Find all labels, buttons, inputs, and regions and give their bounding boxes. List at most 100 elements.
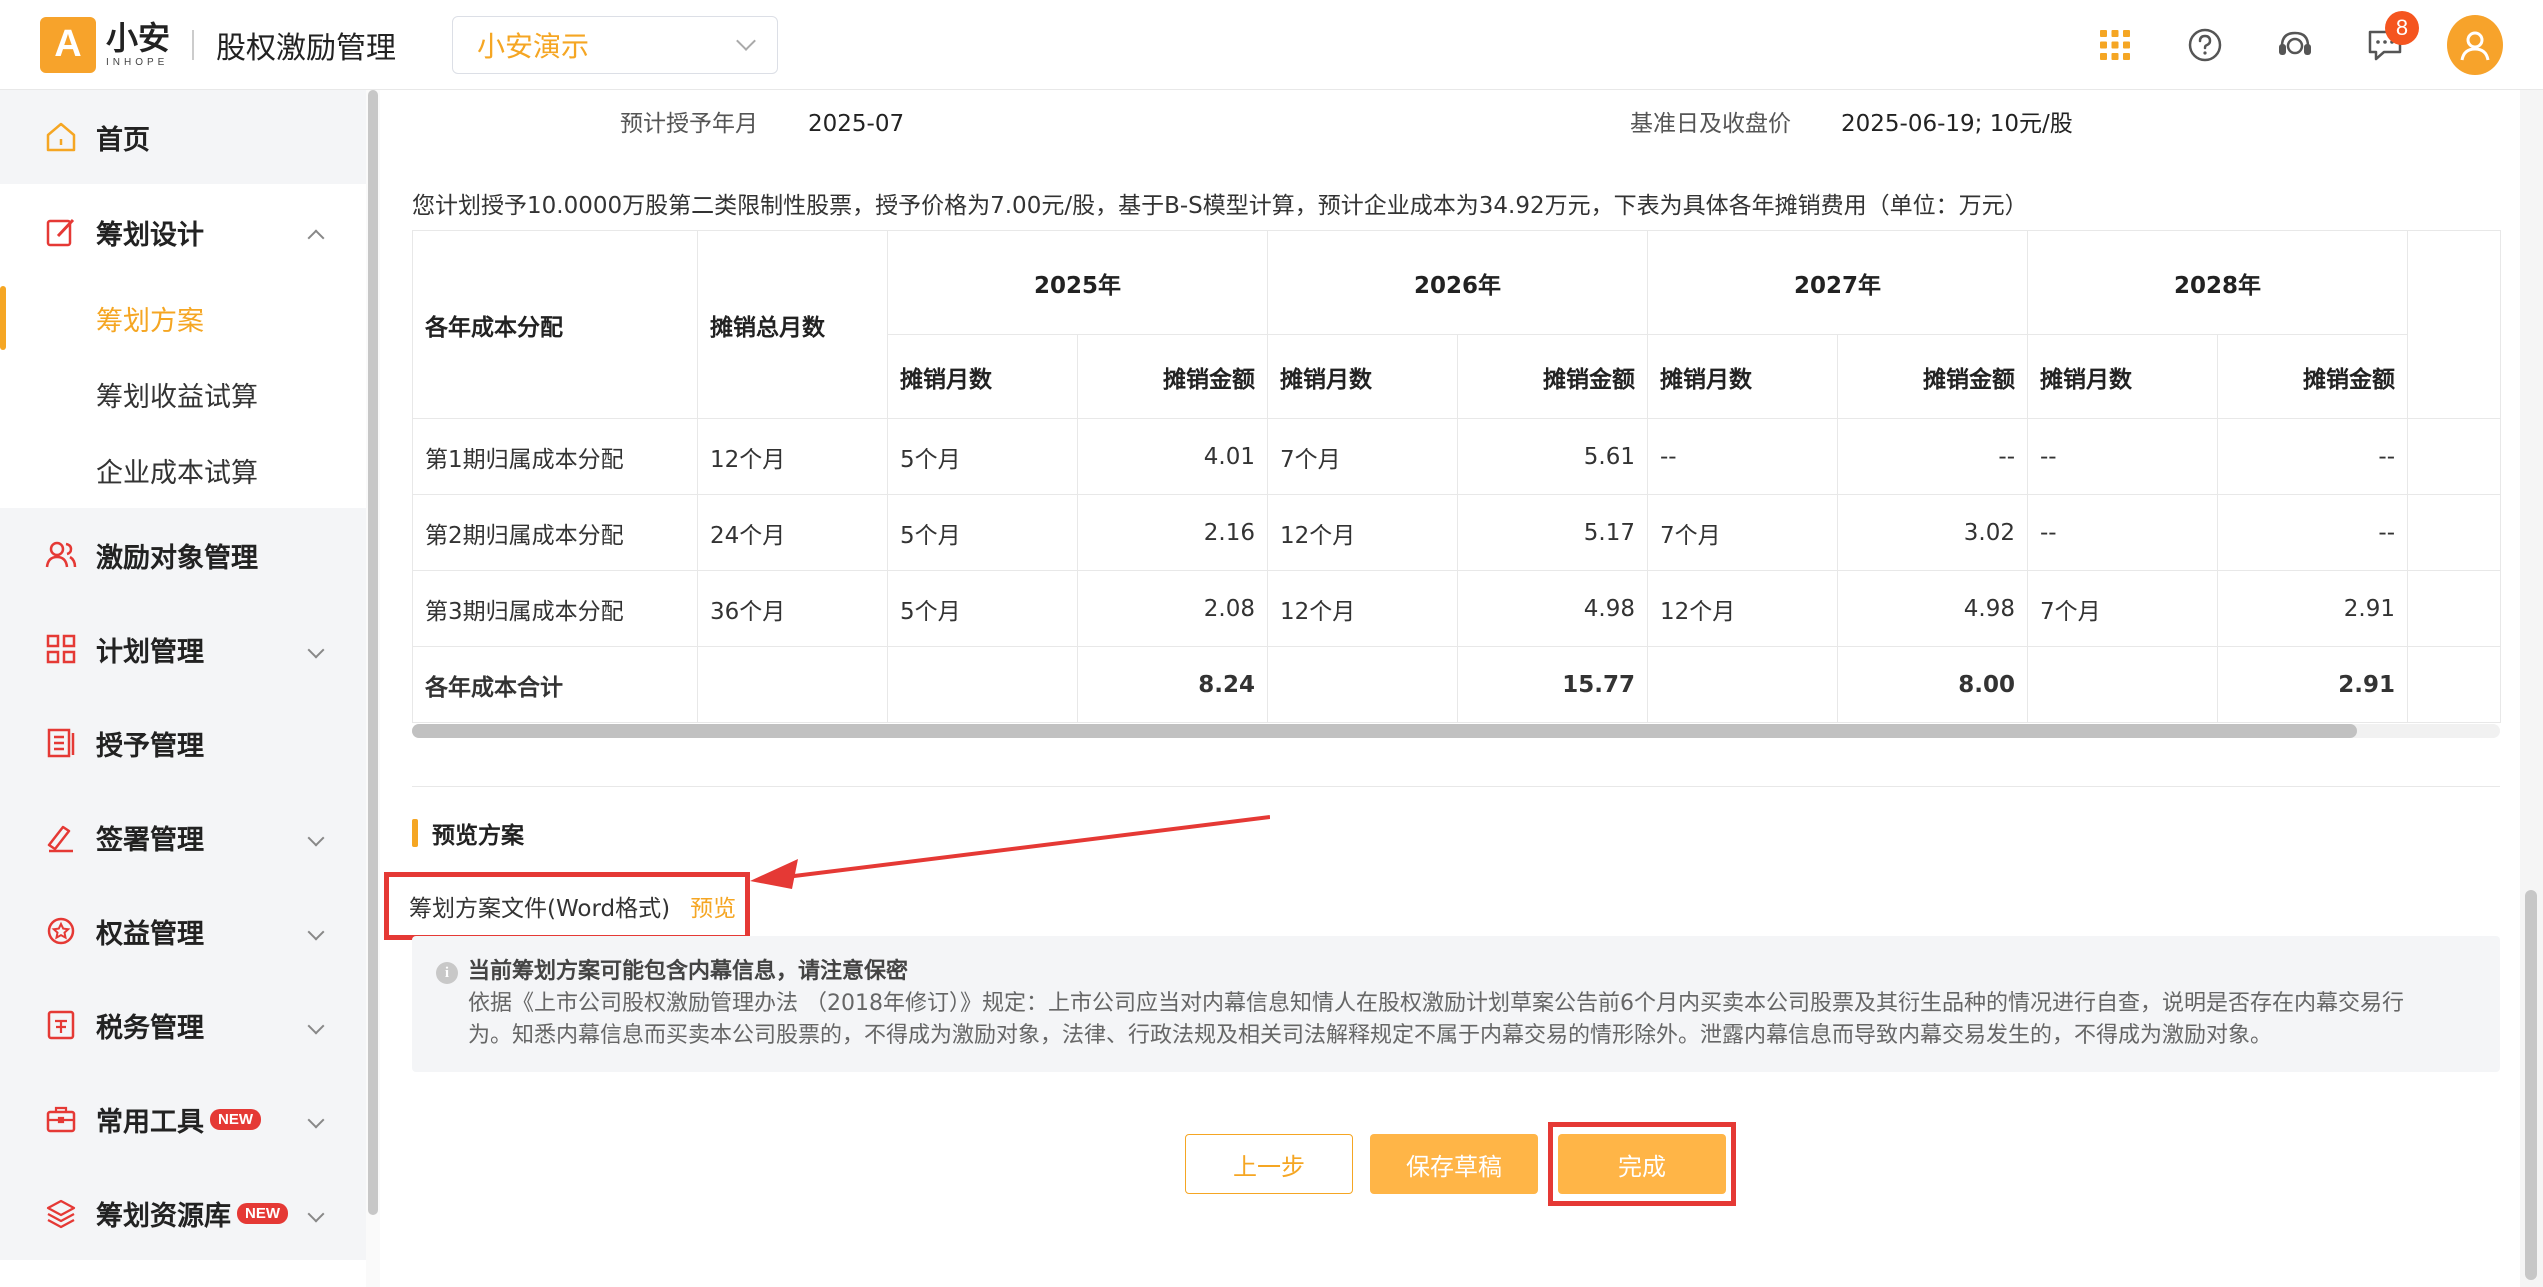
cell-months: 12个月 [1647, 570, 1838, 647]
chevron-down-icon [307, 923, 325, 941]
toolbox-icon [44, 1102, 78, 1136]
nav-tools-label: 常用工具 [96, 1106, 204, 1138]
nav-home[interactable]: 首页 [0, 90, 366, 184]
document-list-icon [44, 726, 78, 760]
total-amount: 8.24 [1077, 646, 1268, 723]
user-menu[interactable] [2447, 15, 2503, 75]
new-badge: NEW [237, 1202, 288, 1224]
cell-months: -- [1647, 418, 1838, 495]
table-row: 第3期归属成本分配 36个月 5个月 2.08 12个月 4.98 12个月 4… [412, 570, 2501, 647]
table-horizontal-scrollbar[interactable] [412, 724, 2500, 738]
star-badge-icon [44, 914, 78, 948]
prev-step-button[interactable]: 上一步 [1185, 1134, 1353, 1194]
sub-header-months: 摊销月数 [887, 334, 1078, 419]
nav-sign-mgmt[interactable]: 签署管理 [0, 790, 366, 884]
cell-amount: 3.02 [1837, 494, 2028, 571]
avatar[interactable] [2447, 15, 2503, 75]
col-header-overflow [2407, 230, 2501, 419]
cell-months: 7个月 [1647, 494, 1838, 571]
total-row-name: 各年成本合计 [412, 646, 698, 723]
cell-amount: 4.98 [1837, 570, 2028, 647]
table-row: 第1期归属成本分配 12个月 5个月 4.01 7个月 5.61 -- -- -… [412, 418, 2501, 495]
message-icon[interactable]: 8 [2357, 11, 2419, 73]
nav-incentive-targets[interactable]: 激励对象管理 [0, 508, 366, 602]
sub-header-months: 摊销月数 [1267, 334, 1458, 419]
cell-amount: 4.01 [1077, 418, 1268, 495]
sub-header-months: 摊销月数 [1647, 334, 1838, 419]
nav-grant-mgmt[interactable]: 授予管理 [0, 696, 366, 790]
main-scrollbar-thumb[interactable] [2525, 890, 2537, 1280]
edit-icon [44, 215, 78, 249]
nav-tax-mgmt-label: 税务管理 [96, 1012, 204, 1044]
cell-amount: 2.08 [1077, 570, 1268, 647]
preview-link[interactable]: 预览 [690, 889, 736, 923]
row-name: 第1期归属成本分配 [412, 418, 698, 495]
sidebar-item-cost-calc[interactable]: 企业成本试算 [0, 432, 366, 508]
plan-file-row: 筹划方案文件(Word格式) 预览 [384, 872, 750, 940]
confidential-notice: i 当前筹划方案可能包含内幕信息，请注意保密 依据《上市公司股权激励管理办法 （… [412, 936, 2500, 1072]
notice-body-line: 为。知悉内幕信息而买卖本公司股票的，不得成为激励对象，法律、行政法规及相关司法解… [468, 1023, 2273, 1048]
cell-amount: 4.98 [1457, 570, 1648, 647]
main-content: 预计授予年月 2025-07 基准日及收盘价 2025-06-19; 10元/股 您… [380, 90, 2520, 1287]
grid-icon [44, 632, 78, 666]
cell-months: 5个月 [887, 570, 1078, 647]
chevron-up-icon [307, 229, 325, 247]
total-amount: 15.77 [1457, 646, 1648, 723]
cell-months: -- [2027, 494, 2218, 571]
sub-header-months: 摊销月数 [2027, 334, 2218, 419]
chevron-down-icon [307, 1017, 325, 1035]
cell-months: 5个月 [887, 418, 1078, 495]
table-scrollbar-thumb[interactable] [412, 724, 2357, 738]
table-total-row: 各年成本合计 8.24 15.77 8.00 2.91 [412, 646, 2501, 723]
nav-tools[interactable]: 常用工具 NEW [0, 1072, 366, 1166]
app-title: 股权激励管理 [216, 30, 397, 66]
base-date-value: 2025-06-19; 10元/股 [1841, 111, 2073, 137]
cell-months: 5个月 [887, 494, 1078, 571]
cell-amount: 2.91 [2217, 570, 2408, 647]
plan-file-label: 筹划方案文件(Word格式) [409, 896, 671, 922]
main-scrollbar[interactable] [2520, 90, 2543, 1287]
col-header-year: 2027年 [1647, 230, 2028, 335]
col-header-total-months: 摊销总月数 [697, 230, 888, 419]
sub-header-amount: 摊销金额 [1457, 334, 1648, 419]
nav-plan-mgmt[interactable]: 计划管理 [0, 602, 366, 696]
sidebar-item-plan[interactable]: 筹划方案 [0, 280, 366, 356]
customer-service-icon[interactable] [2267, 17, 2323, 73]
annotation-arrow-icon [750, 815, 1270, 889]
total-amount: 2.91 [2217, 646, 2408, 723]
sidebar-item-benefit-calc[interactable]: 筹划收益试算 [0, 356, 366, 432]
grant-month-label: 预计授予年月 [620, 111, 758, 137]
help-icon[interactable] [2177, 17, 2233, 73]
logo[interactable]: A 小安 INHOPE [40, 16, 171, 73]
total-amount: 8.00 [1837, 646, 2028, 723]
nav-resources[interactable]: 筹划资源库 NEW [0, 1166, 366, 1260]
apps-grid-icon[interactable] [2087, 17, 2143, 73]
cell-amount: -- [2217, 494, 2408, 571]
nav-rights-mgmt[interactable]: 权益管理 [0, 884, 366, 978]
nav-rights-mgmt-label: 权益管理 [96, 918, 204, 950]
cost-description: 您计划授予10.0000万股第二类限制性股票，授予价格为7.00元/股，基于B-… [412, 193, 2028, 219]
save-draft-button[interactable]: 保存草稿 [1370, 1134, 1538, 1194]
notification-badge: 8 [2385, 11, 2419, 45]
nav-tax-mgmt[interactable]: 税务管理 [0, 978, 366, 1072]
title-divider [192, 29, 195, 60]
nav-planning-label: 筹划设计 [96, 219, 204, 251]
cell-months: 7个月 [2027, 570, 2218, 647]
col-header-year: 2025年 [887, 230, 1268, 335]
signature-icon [44, 820, 78, 854]
nav-grant-mgmt-label: 授予管理 [96, 730, 204, 762]
done-button[interactable]: 完成 [1558, 1134, 1726, 1194]
col-header-year: 2026年 [1267, 230, 1648, 335]
logo-name: 小安 [106, 18, 171, 57]
grant-month-value: 2025-07 [808, 111, 905, 137]
sidebar-scrollbar-thumb[interactable] [368, 90, 378, 1215]
home-icon [44, 120, 78, 154]
company-select[interactable]: 小安演示 [452, 15, 779, 74]
cell-months: -- [2027, 418, 2218, 495]
nav-sign-mgmt-label: 签署管理 [96, 824, 204, 856]
chevron-down-icon [736, 30, 756, 51]
nav-planning[interactable]: 筹划设计 [0, 184, 366, 280]
sidebar-scrollbar[interactable] [366, 90, 380, 1287]
sub-header-amount: 摊销金额 [2217, 334, 2408, 419]
sub-header-amount: 摊销金额 [1837, 334, 2028, 419]
